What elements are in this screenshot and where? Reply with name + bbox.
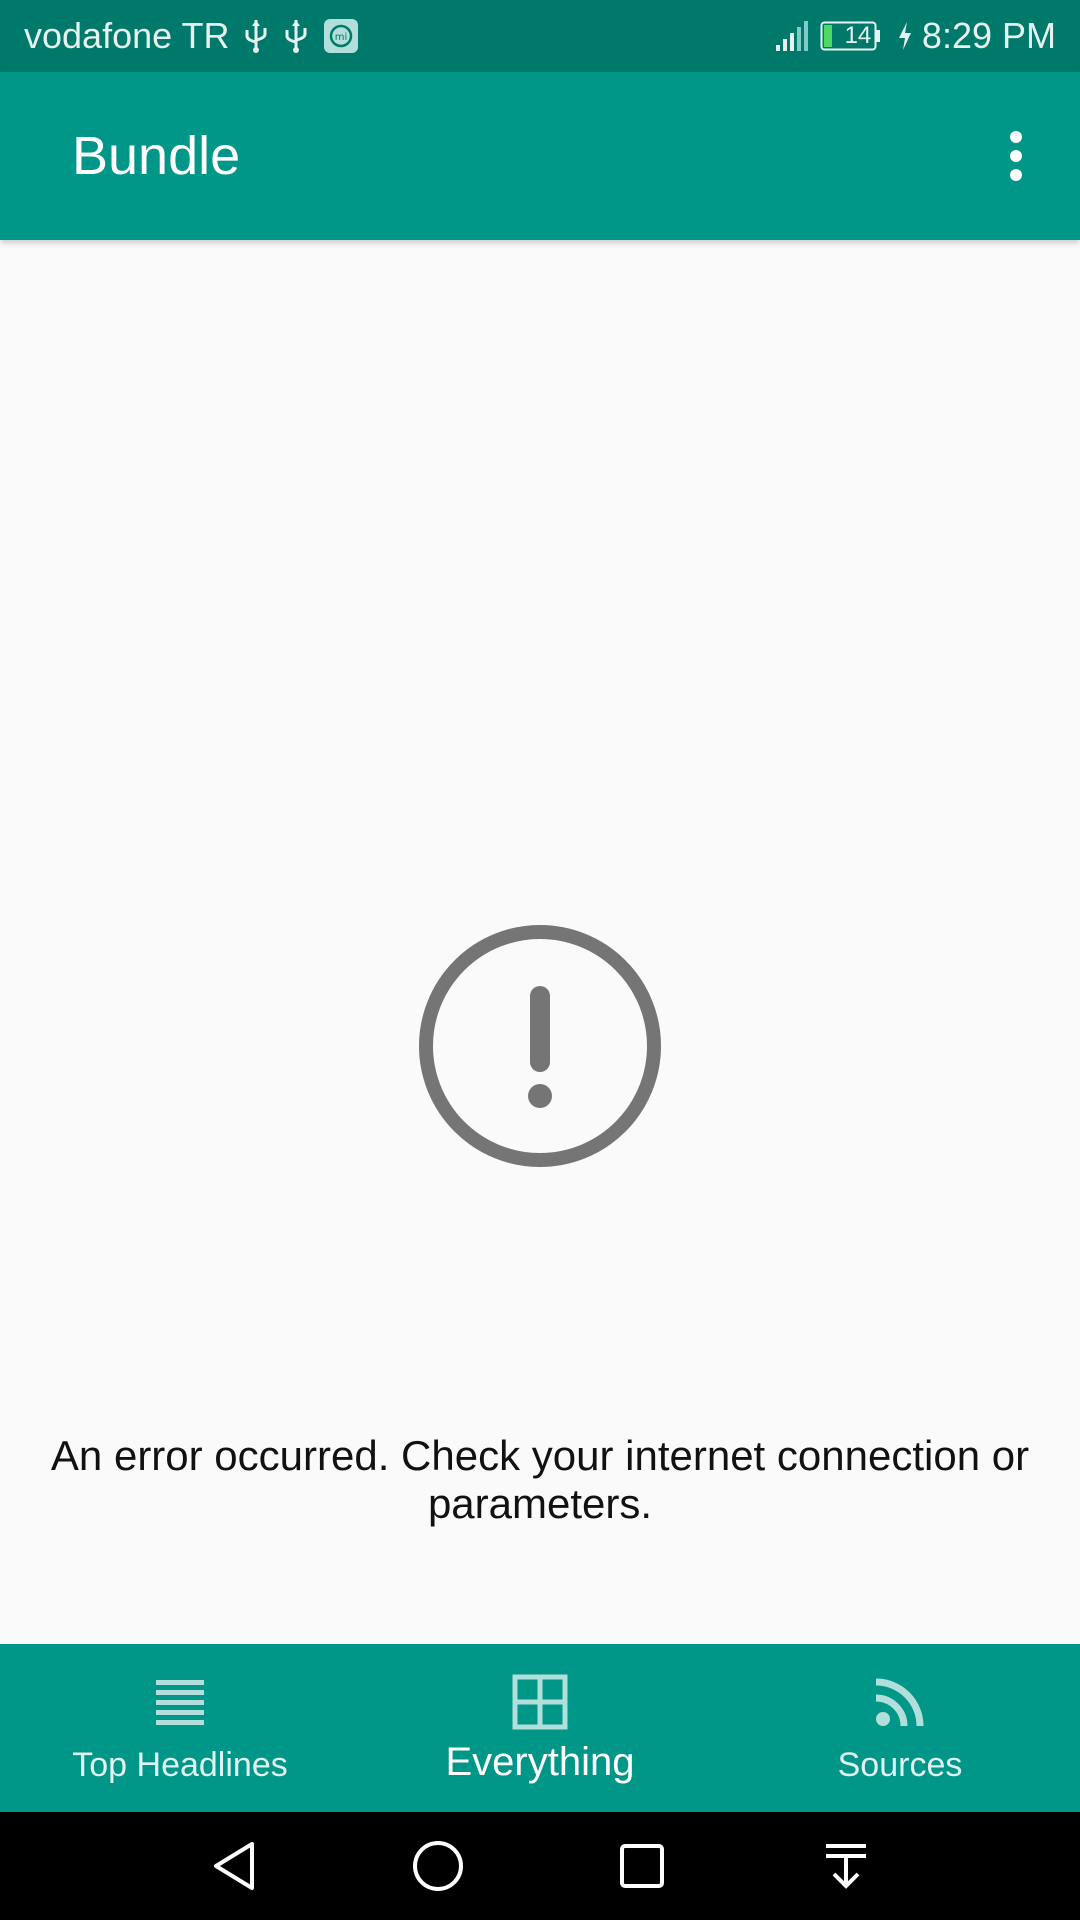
status-left: vodafone TR mi <box>24 0 359 72</box>
bottom-navigation: Top Headlines Everything Sources <box>0 1644 1080 1812</box>
pull-down-icon <box>826 1844 866 1889</box>
grid-icon <box>510 1672 570 1732</box>
carrier-label: vodafone TR <box>24 15 230 56</box>
home-button[interactable] <box>408 1836 468 1896</box>
status-right: 14 8:29 PM <box>774 0 1056 72</box>
battery-level-label: 14 <box>844 22 872 49</box>
recents-square-icon <box>620 1844 664 1888</box>
notification-shade-button[interactable] <box>816 1836 876 1896</box>
rss-icon <box>870 1672 930 1732</box>
app-bar: Bundle <box>0 72 1080 240</box>
system-navigation-bar <box>0 1812 1080 1920</box>
error-message: An error occurred. Check your internet c… <box>50 1432 1030 1527</box>
content-area: An error occurred. Check your internet c… <box>0 240 1080 1644</box>
nav-label-top-headlines: Top Headlines <box>72 1746 288 1784</box>
error-alert-icon <box>419 925 661 1167</box>
nav-item-everything[interactable]: Everything <box>360 1644 720 1812</box>
back-triangle-icon <box>214 1842 254 1890</box>
page-title: Bundle <box>72 126 241 186</box>
clock-label: 8:29 PM <box>921 15 1056 56</box>
status-bar: vodafone TR mi 14 8:29 PM <box>0 0 1080 72</box>
usb-icon <box>283 18 309 54</box>
home-circle-icon <box>413 1841 463 1891</box>
recents-button[interactable] <box>612 1836 672 1896</box>
nav-item-sources[interactable]: Sources <box>720 1644 1080 1812</box>
list-icon <box>150 1672 210 1732</box>
nav-item-top-headlines[interactable]: Top Headlines <box>0 1644 360 1812</box>
svg-text:mi: mi <box>335 32 348 43</box>
signal-icon <box>774 21 810 51</box>
more-vert-icon <box>1010 131 1022 181</box>
charging-icon <box>898 22 912 50</box>
screen: vodafone TR mi 14 8:29 PM Bundle An erro… <box>0 0 1080 1920</box>
mi-sync-icon: mi <box>323 18 359 54</box>
overflow-menu-button[interactable] <box>980 120 1052 192</box>
nav-label-sources: Sources <box>837 1746 963 1784</box>
nav-label-everything: Everything <box>445 1740 635 1784</box>
back-button[interactable] <box>204 1836 264 1896</box>
usb-icon <box>243 18 269 54</box>
